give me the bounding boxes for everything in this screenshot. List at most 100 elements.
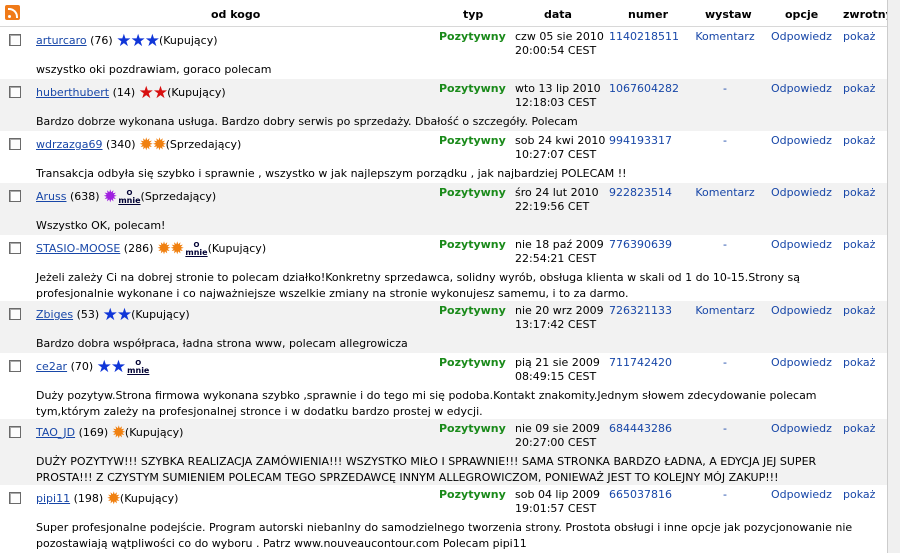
row-checkbox[interactable]	[9, 86, 21, 98]
table-row: Zbiges (53) ★★(Kupujący) Pozytywny nie 2…	[0, 301, 888, 353]
wystaw-link: -	[723, 82, 727, 95]
o-mnie-icon[interactable]: Omnie	[118, 190, 140, 205]
date-time: 20:27:00 CEST	[515, 436, 597, 449]
feedback-comment: Bardzo dobrze wykonana usługa. Bardzo do…	[36, 115, 578, 128]
col-opcje: opcje	[785, 8, 819, 21]
feedback-date: śro 24 lut 2010 22:19:56 CET	[515, 186, 599, 214]
user-link[interactable]: TAO_JD	[36, 426, 75, 439]
auction-number-link[interactable]: 1067604282	[609, 82, 679, 95]
feedback-date: sob 24 kwi 2010 10:27:07 CEST	[515, 134, 605, 162]
reply-link[interactable]: Odpowiedz	[771, 304, 832, 317]
feedback-comment: Duży pozytyw.Strona firmowa wykonana szy…	[36, 389, 817, 418]
feedback-comment: DUŻY POZYTYW!!! SZYBKA REALIZACJA ZAMÓWI…	[36, 455, 817, 484]
col-numer: numer	[628, 8, 669, 21]
row-checkbox[interactable]	[9, 34, 21, 46]
user-info: Aruss (638) ✹ Omnie (Sprzedający)	[36, 187, 217, 207]
rating-star-icon: ✹✹	[156, 239, 184, 259]
date-day: śro 24 lut 2010	[515, 186, 599, 199]
feedback-date: sob 04 lip 2009 19:01:57 CEST	[515, 488, 600, 516]
feedback-date: pią 21 sie 2009 08:49:15 CEST	[515, 356, 600, 384]
show-return-link[interactable]: pokaż	[843, 186, 875, 199]
show-return-link[interactable]: pokaż	[843, 422, 875, 435]
row-checkbox[interactable]	[9, 190, 21, 202]
show-return-link[interactable]: pokaż	[843, 134, 875, 147]
user-link[interactable]: pipi11	[36, 492, 70, 505]
user-role: (Sprzedający)	[140, 190, 217, 203]
row-checkbox[interactable]	[9, 138, 21, 150]
user-link[interactable]: arturcaro	[36, 34, 87, 47]
rating-star-icon: ✹✹	[139, 135, 166, 155]
wystaw-link: -	[723, 422, 727, 435]
show-return-link[interactable]: pokaż	[843, 30, 875, 43]
user-info: arturcaro (76) ★★★(Kupujący)	[36, 33, 218, 50]
show-return-link[interactable]: pokaż	[843, 238, 875, 251]
date-day: nie 09 sie 2009	[515, 422, 600, 435]
o-mnie-icon[interactable]: Omnie	[127, 360, 149, 375]
user-score: (76)	[90, 34, 113, 47]
feedback-comment: Bardzo dobra współpraca, ładna strona ww…	[36, 337, 408, 350]
auction-number-link[interactable]: 776390639	[609, 238, 672, 251]
row-checkbox[interactable]	[9, 492, 21, 504]
wystaw-link[interactable]: Komentarz	[695, 186, 755, 199]
user-link[interactable]: Zbiges	[36, 308, 73, 321]
reply-link[interactable]: Odpowiedz	[771, 238, 832, 251]
reply-link[interactable]: Odpowiedz	[771, 488, 832, 501]
show-return-link[interactable]: pokaż	[843, 82, 875, 95]
user-info: huberthubert (14) ★★(Kupujący)	[36, 85, 226, 102]
wystaw-link: -	[723, 488, 727, 501]
reply-link[interactable]: Odpowiedz	[771, 82, 832, 95]
auction-number-link[interactable]: 665037816	[609, 488, 672, 501]
feedback-type: Pozytywny	[439, 422, 506, 435]
wystaw-link[interactable]: Komentarz	[695, 30, 755, 43]
wystaw-link: -	[723, 238, 727, 251]
reply-link[interactable]: Odpowiedz	[771, 356, 832, 369]
show-return-link[interactable]: pokaż	[843, 356, 875, 369]
user-score: (53)	[76, 308, 100, 321]
auction-number-link[interactable]: 1140218511	[609, 30, 679, 43]
user-score: (169)	[78, 426, 109, 439]
feedback-type: Pozytywny	[439, 82, 506, 95]
row-checkbox[interactable]	[9, 242, 21, 254]
rss-icon[interactable]	[5, 5, 20, 20]
feedback-comment: Jeżeli zależy Ci na dobrej stronie to po…	[36, 271, 801, 300]
user-link[interactable]: ce2ar	[36, 360, 67, 373]
auction-number-link[interactable]: 922823514	[609, 186, 672, 199]
feedback-date: wto 13 lip 2010 12:18:03 CEST	[515, 82, 601, 110]
o-mnie-icon[interactable]: Omnie	[185, 242, 207, 257]
user-info: TAO_JD (169) ✹(Kupujący)	[36, 425, 183, 442]
user-link[interactable]: huberthubert	[36, 86, 109, 99]
date-time: 12:18:03 CEST	[515, 96, 597, 109]
auction-number-link[interactable]: 994193317	[609, 134, 672, 147]
table-row: pipi11 (198) ✹(Kupujący) Pozytywny sob 0…	[0, 485, 888, 553]
user-role: (Sprzedający)	[165, 138, 242, 151]
user-link[interactable]: wdrzazga69	[36, 138, 103, 151]
auction-number-link[interactable]: 684443286	[609, 422, 672, 435]
auction-number-link[interactable]: 726321133	[609, 304, 672, 317]
user-link[interactable]: Aruss	[36, 190, 66, 203]
user-link[interactable]: STASIO-MOOSE	[36, 242, 120, 255]
user-info: wdrzazga69 (340) ✹✹(Sprzedający)	[36, 135, 242, 155]
show-return-link[interactable]: pokaż	[843, 304, 875, 317]
date-day: pią 21 sie 2009	[515, 356, 600, 369]
rating-star-icon: ✹	[103, 187, 117, 207]
table-row: STASIO-MOOSE (286) ✹✹ Omnie (Kupujący) Poz…	[0, 235, 888, 301]
wystaw-link[interactable]: Komentarz	[695, 304, 755, 317]
auction-number-link[interactable]: 711742420	[609, 356, 672, 369]
date-day: sob 04 lip 2009	[515, 488, 601, 501]
feedback-comment: Super profesjonalne podejście. Program a…	[36, 521, 853, 550]
row-checkbox[interactable]	[9, 360, 21, 372]
feedback-type: Pozytywny	[439, 238, 506, 251]
feedback-date: nie 18 paź 2009 22:54:21 CEST	[515, 238, 604, 266]
reply-link[interactable]: Odpowiedz	[771, 186, 832, 199]
reply-link[interactable]: Odpowiedz	[771, 30, 832, 43]
scrollbar[interactable]	[887, 0, 900, 553]
feedback-type: Pozytywny	[439, 304, 506, 317]
feedback-comment: Transakcja odbyła się szybko i sprawnie …	[36, 167, 627, 180]
reply-link[interactable]: Odpowiedz	[771, 134, 832, 147]
row-checkbox[interactable]	[9, 426, 21, 438]
reply-link[interactable]: Odpowiedz	[771, 422, 832, 435]
user-score: (70)	[70, 360, 94, 373]
row-checkbox[interactable]	[9, 308, 21, 320]
user-role: (Kupujący)	[119, 492, 179, 505]
show-return-link[interactable]: pokaż	[843, 488, 875, 501]
